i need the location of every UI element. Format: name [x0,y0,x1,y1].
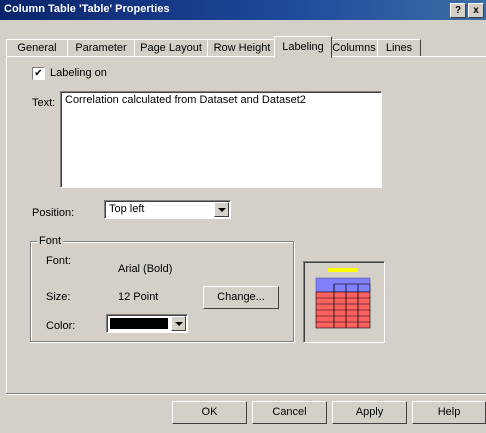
font-group-title: Font [37,235,64,247]
tab-columns[interactable]: Columns [330,39,378,57]
tab-labeling[interactable]: Labeling [274,36,332,58]
font-value: Arial (Bold) [118,263,173,275]
labeling-on-checkbox[interactable]: ✔ [32,67,45,80]
color-swatch [110,318,168,329]
tab-lines[interactable]: Lines [377,39,421,57]
help-title-button[interactable]: ? [450,3,466,18]
label-text-value: Correlation calculated from Dataset and … [65,94,306,106]
close-title-button[interactable]: x [468,3,484,18]
change-font-label: Change... [217,291,265,303]
labeling-on-label[interactable]: Labeling on [50,67,107,79]
change-font-button[interactable]: Change... [203,286,279,309]
help-button[interactable]: Help [412,401,486,424]
tab-parameter[interactable]: Parameter [67,39,135,57]
title-bar[interactable]: Column Table 'Table' Properties ? x [0,0,486,20]
color-label: Color: [46,320,76,332]
table-preview-icon [315,268,371,329]
position-value: Top left [109,203,145,215]
preview-box [303,261,385,343]
size-value: 12 Point [118,291,159,303]
tab-page-layout[interactable]: Page Layout [134,39,208,57]
apply-button[interactable]: Apply [332,401,407,424]
color-dropdown[interactable] [106,314,188,333]
cancel-button[interactable]: Cancel [252,401,327,424]
tab-row-height[interactable]: Row Height [207,39,277,57]
footer-separator [6,393,486,395]
chevron-down-icon[interactable] [171,316,186,331]
chevron-down-icon[interactable] [214,202,229,217]
properties-dialog: Column Table 'Table' Properties ? x Gene… [0,0,486,433]
label-text-area[interactable]: Correlation calculated from Dataset and … [60,91,382,188]
window-title: Column Table 'Table' Properties [4,3,170,15]
text-label: Text: [32,97,56,109]
position-dropdown[interactable]: Top left [104,200,231,219]
size-label: Size: [46,291,71,303]
tab-general[interactable]: General [6,39,68,57]
font-label: Font: [46,255,72,267]
position-label: Position: [32,207,75,219]
ok-button[interactable]: OK [172,401,247,424]
